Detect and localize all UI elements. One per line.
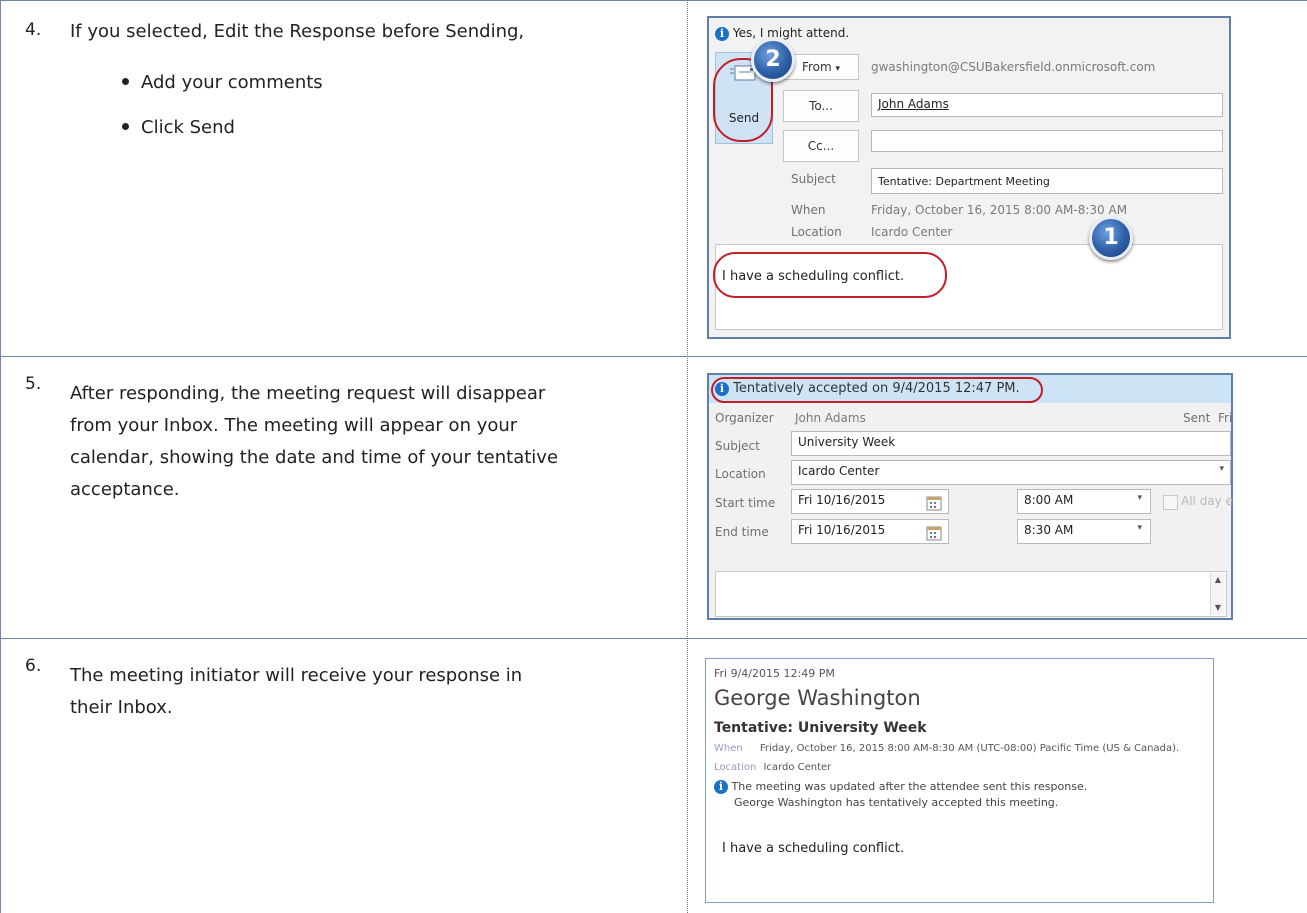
- when-label: When: [714, 743, 743, 754]
- step-text-line: their Inbox.: [70, 697, 173, 718]
- when-label: When: [791, 203, 826, 217]
- location-value: Icardo Center: [798, 464, 880, 478]
- sent-value: Fri: [1217, 411, 1233, 425]
- sent-info: Sent Fri: [1183, 411, 1232, 425]
- dropdown-arrow-icon[interactable]: ▾: [1137, 523, 1142, 533]
- bullet-item: Click Send: [122, 117, 235, 138]
- bullet-dot: [122, 77, 129, 85]
- reply-timestamp: Fri 9/4/2015 12:49 PM: [714, 667, 835, 680]
- step-text-line: acceptance.: [70, 479, 180, 500]
- start-time-value: 8:00 AM: [1024, 493, 1074, 507]
- scrollbar[interactable]: ▲ ▼: [1210, 573, 1225, 615]
- step-number: 5.: [25, 374, 42, 394]
- info-bar: i Yes, I might attend.: [715, 26, 849, 41]
- step-text: If you selected, Edit the Response befor…: [70, 21, 525, 42]
- when-value: Friday, October 16, 2015 8:00 AM-8:30 AM…: [759, 743, 1180, 754]
- dropdown-arrow-icon[interactable]: ▾: [1219, 464, 1224, 474]
- row-divider-1: [0, 356, 1307, 357]
- sent-label: Sent: [1183, 411, 1211, 425]
- column-divider: [687, 0, 688, 913]
- location-field[interactable]: Icardo Center ▾: [791, 460, 1231, 485]
- to-button[interactable]: To...: [783, 90, 859, 122]
- cc-field[interactable]: [871, 130, 1223, 152]
- calendar-icon[interactable]: [926, 525, 942, 541]
- from-email: gwashington@CSUBakersfield.onmicrosoft.c…: [871, 60, 1156, 74]
- start-time-field[interactable]: 8:00 AM ▾: [1017, 489, 1151, 514]
- info-line: The meeting was updated after the attend…: [731, 780, 1088, 793]
- reply-window: Fri 9/4/2015 12:49 PM George Washington …: [705, 658, 1214, 903]
- info-line: George Washington has tentatively accept…: [734, 796, 1059, 809]
- highlight-ellipse: [711, 377, 1043, 403]
- table-top-border: [0, 0, 1307, 1]
- subject-field[interactable]: University Week: [791, 431, 1231, 456]
- scroll-up-icon[interactable]: ▲: [1211, 575, 1225, 585]
- subject-value: Tentative: Department Meeting: [878, 175, 1050, 188]
- step-text-line: from your Inbox. The meeting will appear…: [70, 415, 518, 436]
- reply-body: I have a scheduling conflict.: [722, 841, 905, 856]
- location-label: Location: [791, 225, 842, 239]
- bullet-label: Add your comments: [141, 72, 323, 93]
- start-date-value: Fri 10/16/2015: [798, 493, 886, 507]
- end-date-value: Fri 10/16/2015: [798, 523, 886, 537]
- step-number: 4.: [25, 20, 42, 40]
- info-note: i The meeting was updated after the atte…: [714, 780, 1087, 794]
- scroll-down-icon[interactable]: ▼: [1211, 603, 1225, 613]
- end-time-field[interactable]: 8:30 AM ▾: [1017, 519, 1151, 544]
- bullet-dot: [122, 122, 129, 130]
- info-icon: i: [714, 780, 728, 794]
- table-left-border: [0, 0, 1, 913]
- organizer-label: Organizer: [715, 411, 774, 425]
- end-time-label: End time: [715, 525, 769, 539]
- organizer-value: John Adams: [795, 411, 866, 425]
- meeting-window: i Tentatively accepted on 9/4/2015 12:47…: [707, 373, 1233, 620]
- callout-badge-2: 2: [751, 38, 795, 82]
- location-label: Location: [715, 467, 766, 481]
- location-label: Location: [714, 762, 757, 773]
- reply-sender: George Washington: [714, 686, 921, 710]
- row-divider-2: [0, 638, 1307, 639]
- subject-field[interactable]: Tentative: Department Meeting: [871, 168, 1223, 194]
- info-text: Yes, I might attend.: [732, 26, 850, 40]
- callout-badge-1: 1: [1089, 216, 1133, 260]
- when-value: Friday, October 16, 2015 8:00 AM-8:30 AM: [871, 203, 1128, 217]
- subject-label: Subject: [715, 439, 760, 453]
- step-text-line: After responding, the meeting request wi…: [70, 383, 546, 404]
- reply-subject: Tentative: University Week: [714, 720, 927, 736]
- info-icon: i: [715, 26, 729, 41]
- highlight-ellipse: [713, 252, 947, 298]
- location-value: Icardo Center: [871, 225, 953, 239]
- chevron-down-icon: ▾: [835, 64, 841, 74]
- step-text-line: calendar, showing the date and time of y…: [70, 447, 559, 468]
- location-value: Icardo Center: [763, 762, 832, 773]
- subject-label: Subject: [791, 172, 836, 186]
- all-day-checkbox[interactable]: [1163, 495, 1178, 510]
- all-day-label: All day e: [1181, 494, 1233, 508]
- cc-button[interactable]: Cc...: [783, 130, 859, 162]
- start-time-label: Start time: [715, 496, 776, 510]
- notes-area[interactable]: ▲ ▼: [715, 571, 1227, 617]
- end-time-value: 8:30 AM: [1024, 523, 1074, 537]
- dropdown-arrow-icon[interactable]: ▾: [1137, 493, 1142, 503]
- to-field[interactable]: John Adams: [871, 93, 1223, 117]
- bullet-label: Click Send: [141, 117, 235, 138]
- step-number: 6.: [25, 656, 42, 676]
- response-window: i Yes, I might attend. Send From ▾ gwash…: [707, 16, 1231, 339]
- bullet-item: Add your comments: [122, 72, 323, 93]
- calendar-icon[interactable]: [926, 495, 942, 511]
- from-label: From: [801, 60, 832, 74]
- step-text-line: The meeting initiator will receive your …: [70, 665, 523, 686]
